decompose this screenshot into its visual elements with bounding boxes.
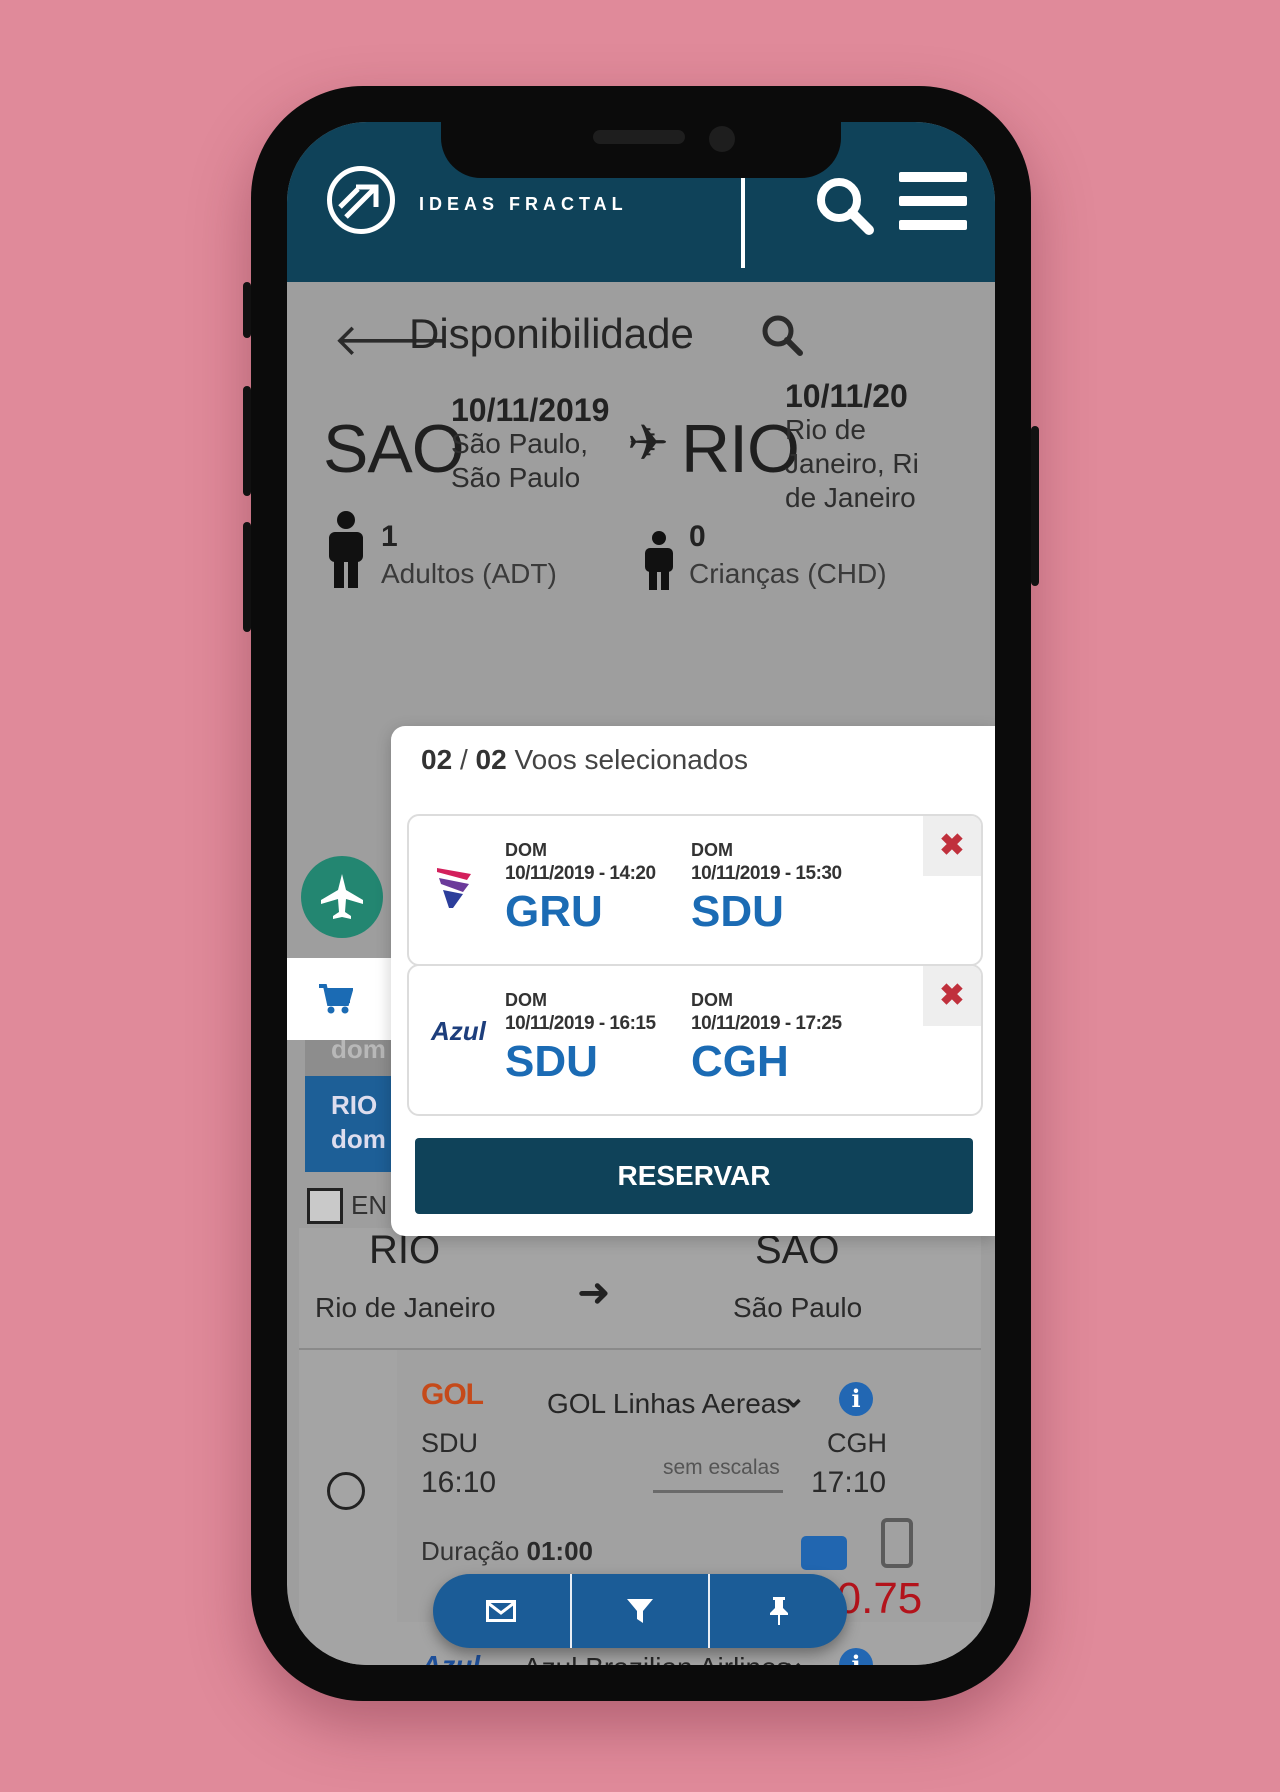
search-icon[interactable] bbox=[759, 312, 805, 358]
destination-date: 10/11/20 bbox=[785, 378, 908, 414]
search-icon[interactable] bbox=[813, 174, 877, 238]
selected-count: 02 bbox=[421, 744, 453, 775]
departure-datetime: 10/11/2019 - 14:20 bbox=[505, 863, 656, 884]
arrival-datetime: 10/11/2019 - 15:30 bbox=[691, 863, 842, 884]
remove-flight-button[interactable]: ✖ bbox=[923, 816, 981, 876]
filter-icon[interactable] bbox=[569, 1574, 709, 1648]
latam-logo-icon bbox=[431, 860, 481, 921]
origin-code: SAO bbox=[323, 411, 465, 487]
plane-icon: ✈ bbox=[627, 415, 669, 471]
envelope-icon[interactable] bbox=[433, 1574, 570, 1648]
phone-notch bbox=[441, 122, 841, 178]
front-camera bbox=[709, 126, 735, 152]
return-origin-city: Rio de Janeiro bbox=[315, 1292, 496, 1323]
remove-flight-button[interactable]: ✖ bbox=[923, 966, 981, 1026]
origin-city-line1: São Paulo, bbox=[451, 428, 588, 459]
adult-person-icon bbox=[329, 511, 363, 588]
phone-mockup: IDEAS FRACTAL 🡐 Disponibilidade SAO 10/1… bbox=[243, 86, 1039, 1701]
flight-to-code: CGH bbox=[827, 1428, 887, 1458]
info-icon[interactable]: i bbox=[839, 1382, 873, 1416]
arrival-day: DOM bbox=[691, 990, 733, 1010]
departure-block: DOM 10/11/2019 - 16:15 SDU bbox=[505, 990, 656, 1087]
departure-code: SDU bbox=[505, 1037, 598, 1086]
flight-duration: Duração 01:00 bbox=[421, 1536, 593, 1567]
flight-to-time: 17:10 bbox=[811, 1466, 887, 1499]
arrival-block: DOM 10/11/2019 - 17:25 CGH bbox=[691, 990, 842, 1087]
selected-flight-card: DOM 10/11/2019 - 14:20 GRU DOM 10/11/201… bbox=[407, 814, 983, 966]
flight-from-code: SDU bbox=[421, 1428, 479, 1458]
departure-block: DOM 10/11/2019 - 14:20 GRU bbox=[505, 840, 656, 937]
count-separator: / bbox=[459, 744, 468, 775]
phone-volume-up bbox=[243, 386, 251, 496]
chevron-down-icon[interactable]: ⌄ bbox=[781, 1380, 806, 1415]
phone-volume-down bbox=[243, 522, 251, 632]
pin-icon[interactable] bbox=[708, 1574, 847, 1648]
phone-screen: IDEAS FRACTAL 🡐 Disponibilidade SAO 10/1… bbox=[287, 122, 995, 1665]
return-tab-line1: RIO bbox=[331, 1090, 378, 1120]
title-bar: 🡐 Disponibilidade bbox=[287, 282, 995, 382]
hamburger-menu-icon[interactable] bbox=[899, 172, 967, 230]
destination-city-line1: Rio de bbox=[785, 414, 866, 445]
checked-bag-icon bbox=[881, 1518, 913, 1568]
gol-logo: GOL bbox=[421, 1378, 484, 1411]
arrow-right-icon: ➜ bbox=[577, 1271, 611, 1315]
arrival-day: DOM bbox=[691, 840, 733, 860]
arrival-code: SDU bbox=[691, 887, 784, 936]
arrival-datetime: 10/11/2019 - 17:25 bbox=[691, 1013, 842, 1034]
arrival-block: DOM 10/11/2019 - 15:30 SDU bbox=[691, 840, 842, 937]
return-destination-city: São Paulo bbox=[733, 1292, 863, 1323]
header-divider bbox=[741, 178, 745, 268]
azul-logo: Azul bbox=[431, 1016, 486, 1046]
selected-flights-popup: 02 / 02 Voos selecionados DOM 10/11/2019… bbox=[391, 726, 995, 1236]
speaker-grille bbox=[593, 130, 685, 144]
duration-label: Duração bbox=[421, 1536, 520, 1566]
origin-city-line2: São Paulo bbox=[451, 462, 581, 493]
page-title: Disponibilidade bbox=[409, 310, 694, 357]
selected-label: Voos selecionados bbox=[514, 744, 748, 775]
adults-label: Adultos (ADT) bbox=[381, 558, 557, 589]
child-person-icon bbox=[645, 531, 673, 590]
brand-name: IDEAS FRACTAL bbox=[419, 194, 628, 214]
destination-city-line2: Janeiro, Ri bbox=[785, 448, 919, 479]
departure-code: GRU bbox=[505, 887, 603, 936]
carry-on-bag-icon bbox=[801, 1536, 847, 1570]
cart-tab[interactable] bbox=[287, 958, 407, 1040]
azul-logo: Azul bbox=[421, 1650, 480, 1665]
airline-name: Azul Brazilian Airlines bbox=[523, 1652, 791, 1665]
return-tab-label: RIO dom bbox=[331, 1088, 386, 1156]
filter-checkbox[interactable] bbox=[307, 1188, 343, 1224]
return-tab-line2: dom bbox=[331, 1124, 386, 1154]
airline-name: GOL Linhas Aereas bbox=[547, 1388, 791, 1419]
flight-from-time: 16:10 bbox=[421, 1466, 497, 1499]
filter-checkbox-label: EN bbox=[351, 1190, 388, 1220]
flight-select-radio[interactable] bbox=[327, 1472, 365, 1510]
selected-flights-header: 02 / 02 Voos selecionados bbox=[421, 744, 748, 776]
duration-value: 01:00 bbox=[526, 1536, 594, 1566]
destination-code: RIO bbox=[681, 411, 800, 487]
floating-action-bar bbox=[433, 1574, 847, 1648]
phone-mute-switch bbox=[243, 282, 251, 338]
adults-count: 1 bbox=[381, 520, 398, 553]
departure-day: DOM bbox=[505, 840, 547, 860]
stops-label: sem escalas bbox=[663, 1456, 780, 1479]
flight-step-icon[interactable] bbox=[301, 856, 383, 938]
children-label: Crianças (CHD) bbox=[689, 558, 887, 589]
origin-date: 10/11/2019 bbox=[451, 392, 610, 428]
departure-day: DOM bbox=[505, 990, 547, 1010]
availability-page: 🡐 Disponibilidade SAO 10/11/2019 São Pau… bbox=[287, 282, 995, 1665]
destination-city-line3: de Janeiro bbox=[785, 482, 916, 513]
brand-logo-icon[interactable] bbox=[327, 166, 395, 234]
total-count: 02 bbox=[475, 744, 507, 775]
phone-power-button bbox=[1031, 426, 1039, 586]
departure-datetime: 10/11/2019 - 16:15 bbox=[505, 1013, 656, 1034]
children-count: 0 bbox=[689, 520, 706, 553]
arrival-code: CGH bbox=[691, 1037, 789, 1086]
reserve-button[interactable]: RESERVAR bbox=[415, 1138, 973, 1214]
stops-line bbox=[653, 1490, 783, 1493]
selected-flight-card: Azul DOM 10/11/2019 - 16:15 SDU DOM 10/1… bbox=[407, 964, 983, 1116]
cart-icon bbox=[319, 984, 353, 1014]
